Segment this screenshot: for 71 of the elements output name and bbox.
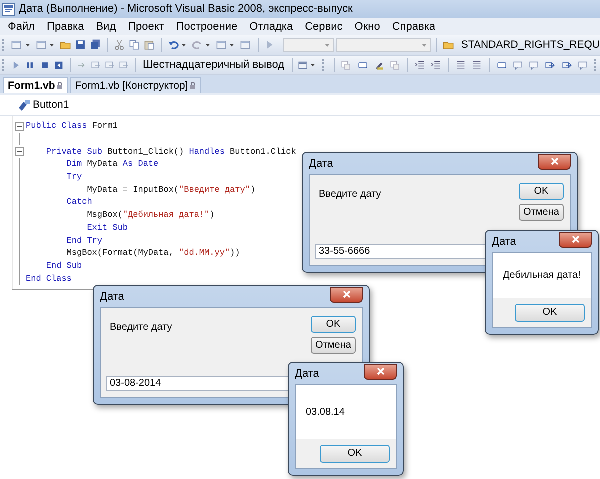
dialog-title: Дата <box>100 290 124 302</box>
document-tab[interactable]: Form1.vb [Конструктор] <box>70 77 202 93</box>
ok-button[interactable]: OK <box>311 316 356 333</box>
list-icon[interactable] <box>456 58 466 72</box>
button-object-icon <box>17 99 31 111</box>
dropdown-caret-icon[interactable] <box>26 44 30 46</box>
list-icon[interactable] <box>472 58 482 72</box>
indent-icon[interactable] <box>430 58 442 72</box>
close-button[interactable] <box>330 286 363 302</box>
message-text: 03.08.14 <box>306 406 345 418</box>
caret-icon <box>422 44 428 46</box>
code-line: End Class <box>25 274 72 284</box>
ok-button[interactable]: OK <box>519 183 564 200</box>
lock-icon <box>57 82 64 89</box>
menu-item[interactable]: Вид <box>90 20 122 32</box>
code-line: MsgBox("Дебильная дата!") <box>86 210 215 220</box>
cancel-button[interactable]: Отмена <box>519 204 564 221</box>
copy-icon[interactable] <box>129 38 140 52</box>
dropdown-caret-icon[interactable] <box>182 44 186 46</box>
close-button[interactable] <box>538 154 571 170</box>
close-icon <box>572 236 580 243</box>
dialog-title: Дата <box>309 158 334 170</box>
menu-item[interactable]: Окно <box>348 20 386 32</box>
code-line: Dim MyData As Date <box>66 159 159 170</box>
caret-icon <box>325 44 330 46</box>
code-line: MyData = InputBox("Введите дату") <box>86 184 256 195</box>
menu-item[interactable]: Построение <box>170 20 244 32</box>
menu-item[interactable]: Сервис <box>299 20 349 32</box>
window-title: Дата (Выполнение) - Microsoft Visual Basic 2008, экспресс-выпуск <box>19 3 353 15</box>
menu-item[interactable]: Справка <box>386 20 442 32</box>
close-icon <box>376 368 384 375</box>
close-button[interactable] <box>559 232 592 248</box>
code-line: Public Class Form1 <box>25 121 118 132</box>
object-dropdown[interactable]: Button1 <box>14 98 72 112</box>
collapse-icon[interactable] <box>14 122 24 131</box>
code-line: MsgBox(Format(MyData, "dd.MM.yy")) <box>66 248 240 258</box>
code-line: End Try <box>66 236 103 246</box>
ok-button[interactable]: OK <box>515 304 585 322</box>
app-icon <box>2 2 15 16</box>
code-line: Try <box>66 172 82 182</box>
indent-icon[interactable] <box>414 58 425 72</box>
menu-item[interactable]: Правка <box>41 20 90 32</box>
ok-button[interactable]: OK <box>320 444 390 462</box>
document-tab[interactable]: Form1.vb <box>3 77 68 93</box>
code-line: Catch <box>66 197 92 208</box>
collapse-icon[interactable] <box>14 147 24 156</box>
close-button[interactable] <box>364 364 397 380</box>
menu-item[interactable]: Проект <box>122 20 170 32</box>
dropdown-caret-icon[interactable] <box>50 44 54 46</box>
save-icon[interactable] <box>74 38 86 52</box>
code-line: Exit Sub <box>86 222 128 233</box>
find-symbol-field[interactable]: STANDARD_RIGHTS_REQU <box>461 39 600 51</box>
save-all-icon[interactable] <box>90 38 102 52</box>
close-icon <box>342 291 350 298</box>
lock-icon <box>190 82 196 89</box>
dropdown-caret-icon[interactable] <box>230 44 234 46</box>
hexadecimal-output-button[interactable]: Шестнадцатеричный вывод <box>141 59 287 71</box>
scissors-icon[interactable] <box>114 38 125 52</box>
menu-item[interactable]: Файл <box>2 20 42 32</box>
prompt-text: Введите дату <box>318 188 382 202</box>
close-icon <box>550 158 558 165</box>
code-line: Private Sub Button1_Click() Handles Button1.Click <box>45 146 296 157</box>
prompt-text: Введите дату <box>109 321 172 335</box>
menu-item[interactable]: Отладка <box>244 20 300 32</box>
cancel-button[interactable]: Отмена <box>311 337 356 354</box>
dropdown-caret-icon[interactable] <box>206 44 210 46</box>
dropdown-caret-icon[interactable] <box>311 64 316 66</box>
paste-icon[interactable] <box>144 38 156 52</box>
message-text: Дебильная дата! <box>503 270 581 281</box>
code-line: End Sub <box>45 260 82 271</box>
object-name: Button1 <box>33 99 70 111</box>
